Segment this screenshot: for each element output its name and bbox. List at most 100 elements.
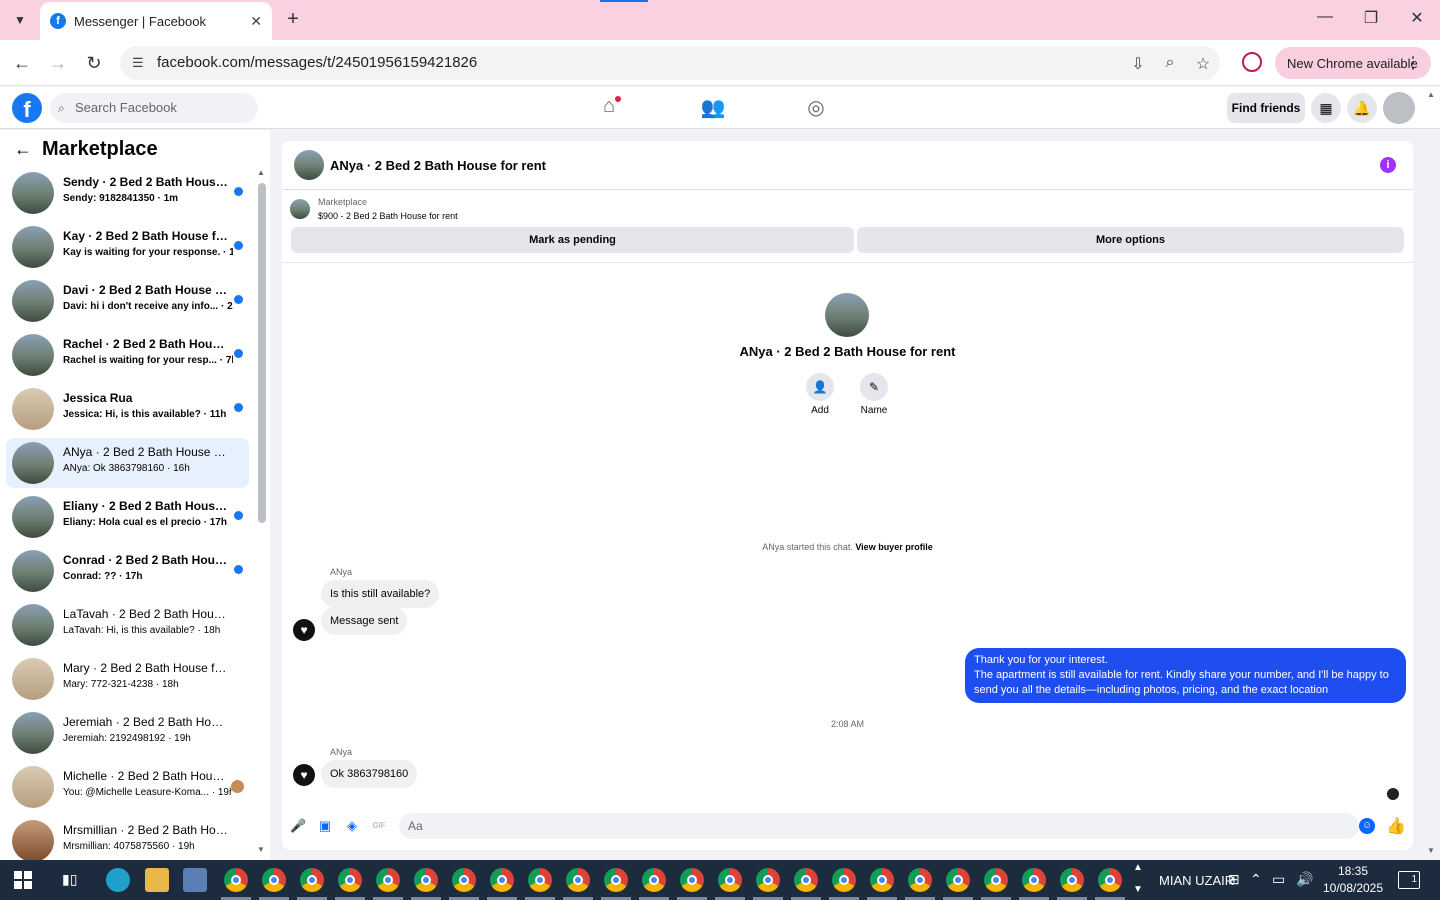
chrome-window-icon[interactable] (376, 868, 400, 892)
chrome-window-icon[interactable] (984, 868, 1008, 892)
url-text[interactable]: facebook.com/messages/t/2450195615942182… (157, 54, 477, 71)
mark-as-pending-button[interactable]: Mark as pending (291, 227, 854, 253)
chrome-window-icon[interactable] (300, 868, 324, 892)
facebook-logo-icon[interactable]: f (12, 93, 42, 123)
groups-icon[interactable]: ◎ (802, 95, 830, 121)
active-tab[interactable]: f Messenger | Facebook ✕ (40, 2, 272, 40)
app-icon[interactable] (183, 868, 207, 892)
incoming-message[interactable]: Is this still available? (321, 580, 440, 608)
bookmark-star-icon[interactable]: ☆ (1193, 54, 1213, 74)
chrome-window-icon[interactable] (908, 868, 932, 892)
chrome-window-icon[interactable] (566, 868, 590, 892)
menu-grid-icon[interactable]: ▦ (1311, 93, 1341, 123)
emoji-icon[interactable]: ☺ (1359, 818, 1375, 834)
friends-icon[interactable]: 👥 (699, 95, 727, 121)
conversation-item[interactable]: Mary · 2 Bed 2 Bath House for r... Mary: … (6, 654, 249, 704)
facebook-search-input[interactable]: ⌕ Search Facebook (50, 93, 258, 123)
close-window-button[interactable]: ✕ (1407, 8, 1427, 28)
taskbar-clock[interactable]: 18:35 10/08/2025 (1318, 863, 1388, 897)
volume-icon[interactable]: 🔊 (1296, 871, 1313, 888)
chrome-window-icon[interactable] (604, 868, 628, 892)
conversation-item[interactable]: Jessica Rua Jessica: Hi, is this availabl… (6, 384, 249, 434)
chrome-window-icon[interactable] (414, 868, 438, 892)
back-arrow-icon[interactable]: ← (14, 139, 32, 159)
file-explorer-icon[interactable] (145, 868, 169, 892)
chrome-window-icon[interactable] (1022, 868, 1046, 892)
restore-button[interactable]: ❐ (1361, 8, 1381, 28)
new-tab-button[interactable]: + (282, 8, 304, 30)
sidebar-scrollbar[interactable] (258, 183, 266, 523)
photo-icon[interactable]: ▣ (317, 818, 333, 834)
conversation-item[interactable]: LaTavah · 2 Bed 2 Bath House f... LaTavah… (6, 600, 249, 650)
chrome-window-icon[interactable] (452, 868, 476, 892)
windows-start-icon[interactable] (14, 871, 32, 889)
conversation-item[interactable]: Michelle · 2 Bed 2 Bath Hous... You: @Mic… (6, 762, 249, 812)
chat-avatar[interactable] (294, 150, 324, 180)
conversation-item[interactable]: Sendy · 2 Bed 2 Bath House f... Sendy: 91… (6, 168, 249, 218)
chrome-window-icon[interactable] (794, 868, 818, 892)
listing-thumbnail[interactable] (290, 199, 310, 219)
taskbar-scroll-down-icon[interactable]: ▼ (1133, 884, 1143, 895)
chrome-window-icon[interactable] (642, 868, 666, 892)
page-scroll-up-arrow[interactable]: ▲ (1427, 90, 1435, 99)
account-avatar[interactable] (1383, 92, 1415, 124)
sender-heart-avatar-icon[interactable]: ♥ (293, 619, 315, 641)
display-icon[interactable]: ▭ (1272, 871, 1285, 888)
chrome-window-icon[interactable] (756, 868, 780, 892)
chrome-menu-icon[interactable]: ⋮ (1405, 53, 1421, 73)
sticker-icon[interactable]: ◈ (344, 818, 360, 834)
chrome-window-icon[interactable] (870, 868, 894, 892)
tab-close-icon[interactable]: ✕ (250, 13, 262, 30)
conversation-item[interactable]: Rachel · 2 Bed 2 Bath House f... Rachel i… (6, 330, 249, 380)
notification-center-icon[interactable]: 1 (1398, 871, 1420, 889)
chat-title[interactable]: ANya · 2 Bed 2 Bath House for rent (330, 158, 546, 173)
outgoing-message[interactable]: Thank you for your interest. The apartme… (965, 648, 1406, 703)
add-person-icon[interactable]: 👤 (806, 373, 834, 401)
incoming-message[interactable]: Ok 3863798160 (321, 760, 418, 788)
conversation-item[interactable]: Davi · 2 Bed 2 Bath House for ... Davi: h… (6, 276, 249, 326)
new-chrome-available-button[interactable]: New Chrome available ⋮ (1275, 47, 1431, 79)
gif-icon[interactable]: GIF (371, 818, 387, 834)
microphone-icon[interactable]: 🎤 (290, 818, 306, 834)
omnibox[interactable]: ☰ facebook.com/messages/t/24501956159421… (120, 46, 1220, 80)
taskbar-scroll-up-icon[interactable]: ▲ (1133, 862, 1143, 873)
conversation-item[interactable]: Mrsmillian · 2 Bed 2 Bath Hous... Mrsmill… (6, 816, 249, 860)
profile-avatar[interactable] (825, 293, 869, 337)
conversation-item[interactable]: Conrad · 2 Bed 2 Bath House ... Conrad: ?… (6, 546, 249, 596)
install-app-icon[interactable]: ⇩ (1128, 54, 1148, 74)
chrome-window-icon[interactable] (528, 868, 552, 892)
chrome-window-icon[interactable] (946, 868, 970, 892)
taskbar-user-name[interactable]: MIAN UZAIR (1159, 873, 1234, 888)
chrome-window-icon[interactable] (224, 868, 248, 892)
conversation-item[interactable]: Kay · 2 Bed 2 Bath House for r... Kay is … (6, 222, 249, 272)
conversation-item[interactable]: Jeremiah · 2 Bed 2 Bath House f... Jeremi… (6, 708, 249, 758)
notifications-bell-icon[interactable]: 🔔 (1347, 93, 1377, 123)
more-options-button[interactable]: More options (857, 227, 1404, 253)
site-info-icon[interactable]: ☰ (132, 55, 144, 71)
conversation-item[interactable]: Eliany · 2 Bed 2 Bath House fo... Eliany:… (6, 492, 249, 542)
scroll-down-arrow[interactable]: ▼ (257, 845, 265, 854)
conversation-item[interactable]: ANya · 2 Bed 2 Bath House for r... ANya: … (6, 438, 249, 488)
message-input[interactable]: Aa (399, 813, 1359, 839)
page-scroll-down-arrow[interactable]: ▼ (1427, 846, 1435, 855)
network-icon[interactable]: ⊞ (1228, 871, 1240, 888)
edit-name-icon[interactable]: ✎ (860, 373, 888, 401)
chrome-window-icon[interactable] (338, 868, 362, 892)
scroll-up-arrow[interactable]: ▲ (257, 168, 265, 177)
chrome-window-icon[interactable] (490, 868, 514, 892)
chrome-window-icon[interactable] (718, 868, 742, 892)
show-hidden-icons-icon[interactable]: ⌃ (1250, 871, 1262, 888)
chrome-profile-icon[interactable] (1242, 52, 1262, 72)
chrome-window-icon[interactable] (832, 868, 856, 892)
find-friends-button[interactable]: Find friends (1227, 93, 1305, 123)
chrome-window-icon[interactable] (1060, 868, 1084, 892)
reload-button[interactable]: ↻ (83, 52, 105, 74)
chrome-window-icon[interactable] (1098, 868, 1122, 892)
back-button[interactable]: ← (11, 52, 33, 74)
incoming-message[interactable]: Message sent (321, 607, 408, 635)
chrome-window-icon[interactable] (262, 868, 286, 892)
forward-button[interactable]: → (47, 52, 69, 74)
task-view-icon[interactable]: ▮▯ (62, 871, 77, 888)
tab-search-button[interactable]: ▼ (6, 6, 34, 34)
sender-heart-avatar-icon[interactable]: ♥ (293, 764, 315, 786)
